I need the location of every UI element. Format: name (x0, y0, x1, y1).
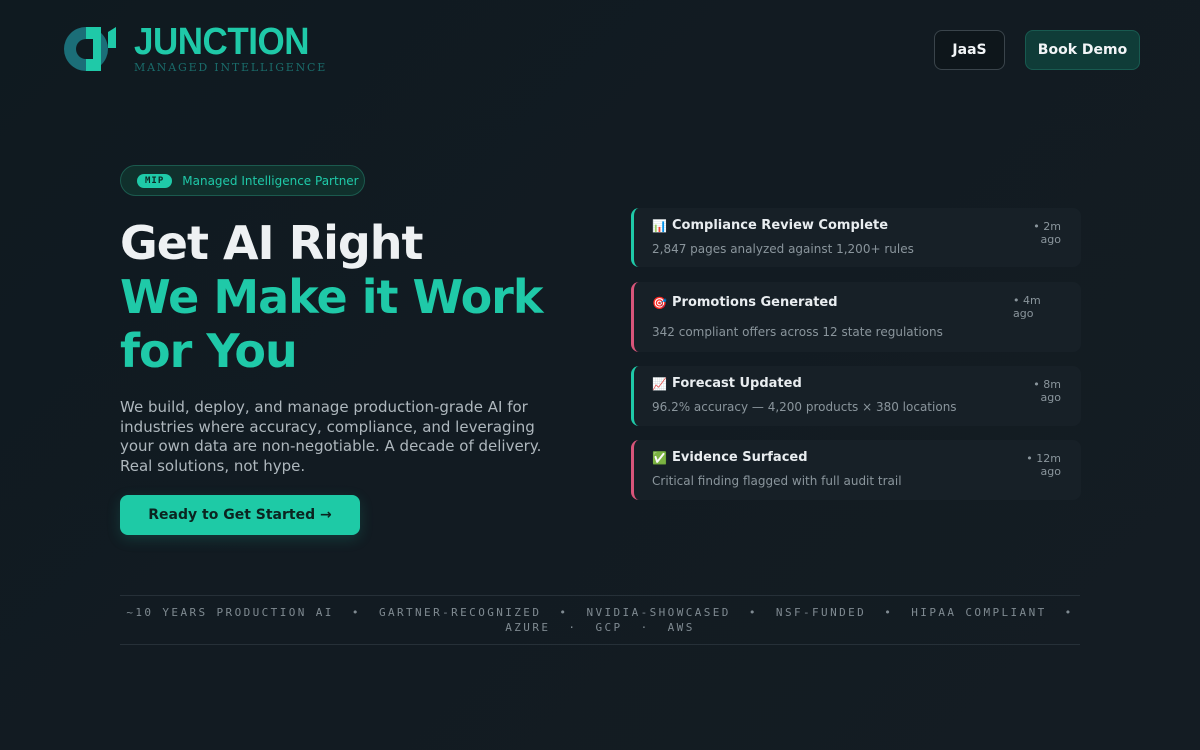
partner-badge: MIP Managed Intelligence Partner (120, 165, 365, 196)
trust-clouds: AZURE · GCP · AWS (505, 621, 695, 634)
trending-up-icon: 📈 (652, 376, 667, 391)
card-title-text: Compliance Review Complete (672, 218, 889, 233)
activity-card-forecast[interactable]: 📈 Forecast Updated 96.2% accuracy — 4,20… (631, 366, 1081, 426)
activity-card-compliance[interactable]: 📊 Compliance Review Complete 2,847 pages… (631, 208, 1081, 267)
card-title: 🎯 Promotions Generated (652, 295, 1063, 310)
check-mark-icon: ✅ (652, 450, 667, 465)
jaas-button[interactable]: JaaS (934, 30, 1005, 70)
site-header: JUNCTION MANAGED INTELLIGENCE JaaS Book … (0, 0, 1200, 100)
activity-card-evidence[interactable]: ✅ Evidence Surfaced Critical finding fla… (631, 440, 1081, 500)
card-title-text: Forecast Updated (672, 376, 802, 391)
card-title: ✅ Evidence Surfaced (652, 450, 1063, 465)
target-icon: 🎯 (652, 295, 667, 310)
headline-line-1: Get AI Right (120, 216, 424, 270)
card-title: 📈 Forecast Updated (652, 376, 1063, 391)
card-title-text: Promotions Generated (672, 295, 838, 310)
hero-description: We build, deploy, and manage production-… (120, 398, 542, 475)
card-timestamp: • 2m ago (1033, 220, 1061, 246)
headline-line-2: We Make it Work for You (120, 270, 543, 378)
badge-text: Managed Intelligence Partner (182, 173, 359, 188)
get-started-button[interactable]: Ready to Get Started → (120, 495, 360, 535)
brand-text: JUNCTION MANAGED INTELLIGENCE (134, 21, 327, 74)
brand-name: JUNCTION (134, 21, 310, 63)
book-demo-button[interactable]: Book Demo (1025, 30, 1140, 70)
card-description: 342 compliant offers across 12 state reg… (652, 325, 943, 339)
bar-chart-icon: 📊 (652, 218, 667, 233)
trust-bar: ~10 YEARS PRODUCTION AI • GARTNER-RECOGN… (120, 595, 1080, 645)
card-description: 96.2% accuracy — 4,200 products × 380 lo… (652, 400, 957, 414)
card-description: 2,847 pages analyzed against 1,200+ rule… (652, 242, 914, 256)
hero-headline: Get AI Right We Make it Work for You (120, 216, 590, 378)
card-timestamp: • 8m ago (1033, 378, 1061, 404)
card-title: 📊 Compliance Review Complete (652, 218, 1063, 233)
junction-logo-icon (64, 24, 124, 74)
activity-card-promotions[interactable]: 🎯 Promotions Generated 342 compliant off… (631, 282, 1081, 352)
card-timestamp: • 12m ago (1026, 452, 1061, 478)
badge-pill: MIP (137, 173, 173, 188)
card-description: Critical finding flagged with full audit… (652, 474, 902, 488)
card-title-text: Evidence Surfaced (672, 450, 808, 465)
card-timestamp: • 4m ago (1013, 294, 1041, 320)
brand-logo[interactable]: JUNCTION MANAGED INTELLIGENCE (64, 21, 327, 74)
trust-credentials: ~10 YEARS PRODUCTION AI • GARTNER-RECOGN… (126, 606, 1074, 619)
